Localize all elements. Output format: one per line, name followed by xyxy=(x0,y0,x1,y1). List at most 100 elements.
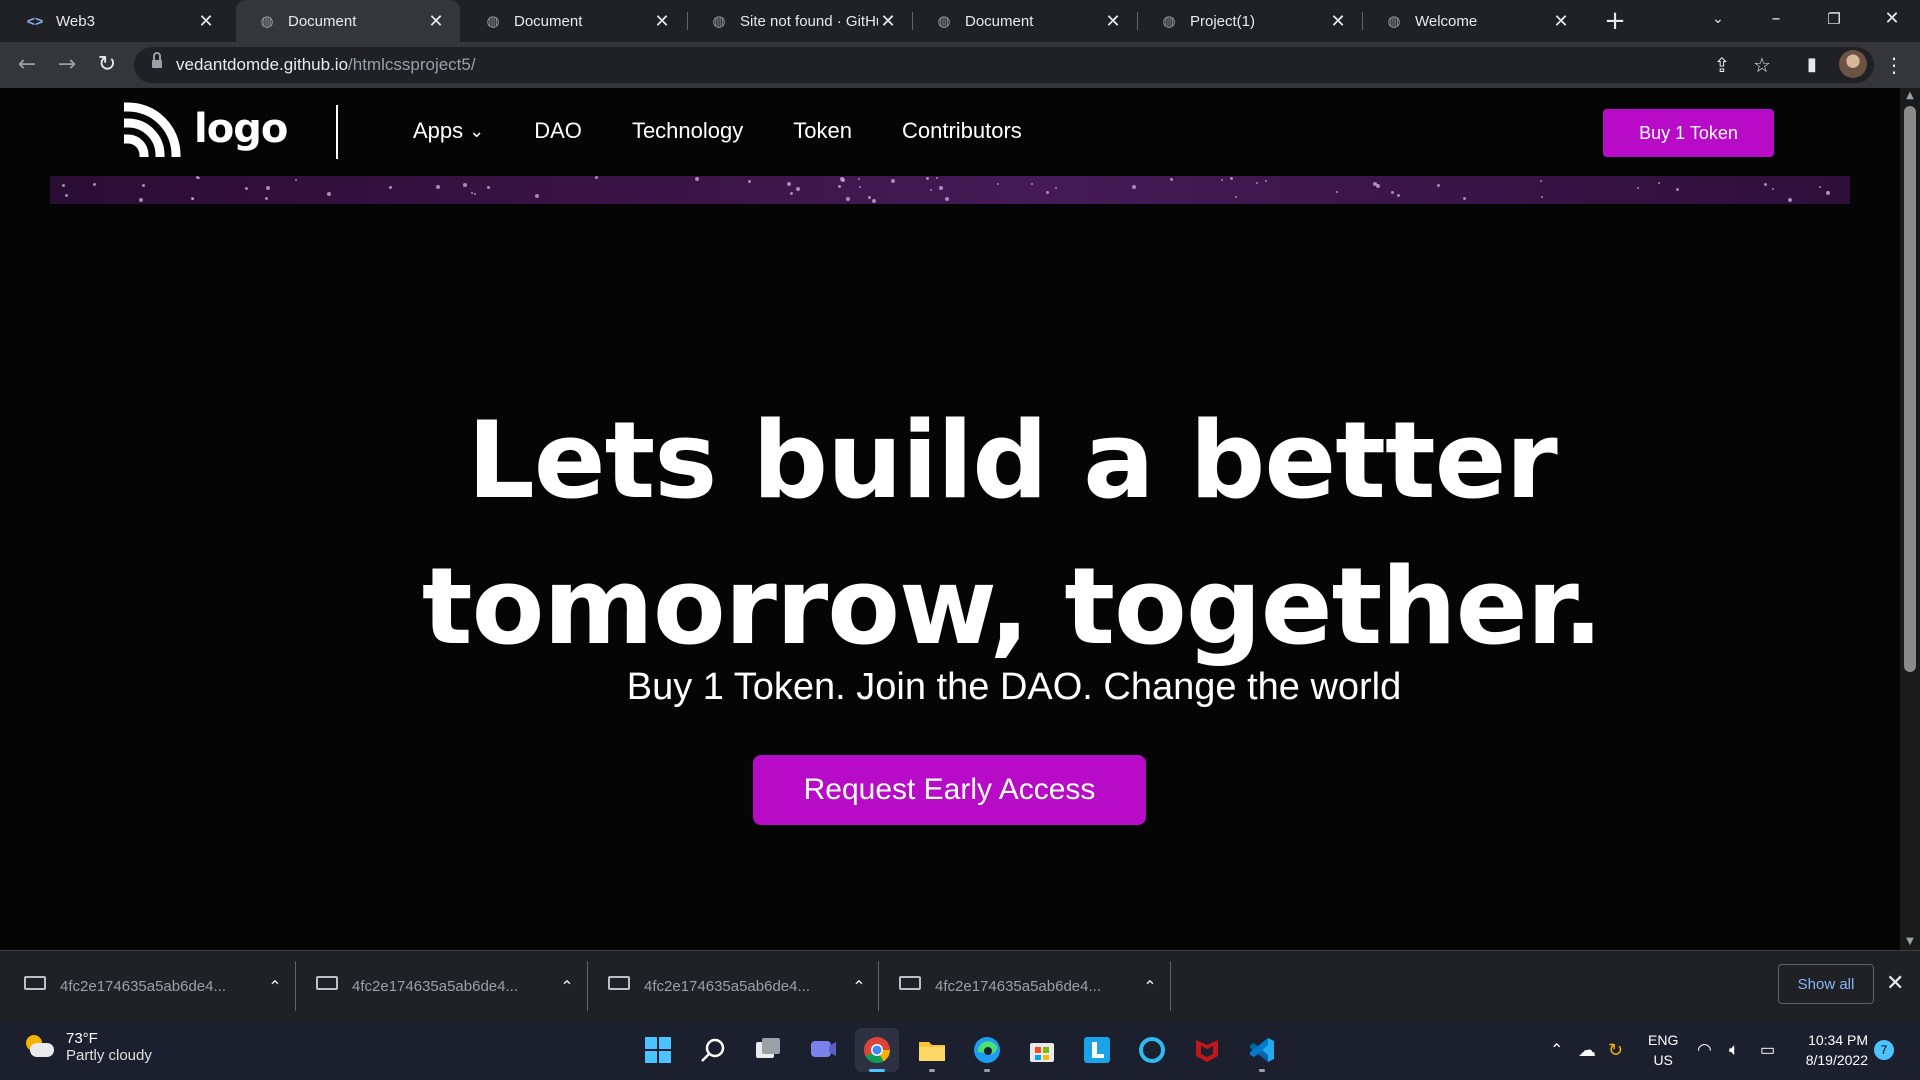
tab-site-not-found[interactable]: ◍ Site not found · GitHu ✕ xyxy=(688,0,912,42)
browser-toolbar: ← → ↻ vedantdomde.github.io/htmlcssproje… xyxy=(0,42,1920,88)
hero-subtitle: Buy 1 Token. Join the DAO. Change the wo… xyxy=(626,666,1402,708)
star-dot xyxy=(1046,191,1049,194)
wifi-icon[interactable]: ◠ xyxy=(1697,1020,1712,1080)
chrome-icon[interactable] xyxy=(855,1028,899,1072)
nav-divider xyxy=(336,105,338,159)
clock-time: 10:34 PM xyxy=(1808,1032,1868,1048)
cortana-icon[interactable] xyxy=(1130,1028,1174,1072)
star-dot xyxy=(748,180,751,183)
edge-icon[interactable] xyxy=(965,1028,1009,1072)
mcafee-icon[interactable] xyxy=(1185,1028,1229,1072)
scroll-down-icon[interactable]: ▼ xyxy=(1900,934,1920,950)
onedrive-cloud-icon[interactable]: ☁ xyxy=(1578,1020,1596,1080)
tab-close-icon[interactable]: ✕ xyxy=(1328,11,1348,32)
scroll-up-icon[interactable]: ▲ xyxy=(1900,88,1920,104)
language-indicator[interactable]: ENG US xyxy=(1648,1030,1678,1070)
weather-widget[interactable]: 73°F Partly cloudy xyxy=(22,1030,152,1064)
star-dot xyxy=(62,184,65,187)
site-logo[interactable]: logo xyxy=(124,101,288,157)
star-dot xyxy=(1540,180,1542,182)
tab-close-icon[interactable]: ✕ xyxy=(652,11,672,32)
url-text[interactable]: vedantdomde.github.io/htmlcssproject5/ xyxy=(176,55,476,75)
profile-avatar[interactable] xyxy=(1839,50,1867,78)
tab-web3[interactable]: <> Web3 ✕ xyxy=(4,0,230,42)
page-scrollbar[interactable]: ▲ ▼ xyxy=(1900,88,1920,950)
star-dot xyxy=(891,179,895,183)
clock[interactable]: 10:34 PM 8/19/2022 xyxy=(1796,1030,1868,1070)
star-dot xyxy=(1827,191,1829,193)
request-early-access-button[interactable]: Request Early Access xyxy=(753,755,1146,825)
nav-token[interactable]: Token xyxy=(793,118,852,144)
chevron-up-icon[interactable]: ⌃ xyxy=(1135,977,1165,996)
star-dot xyxy=(266,186,270,190)
bookmark-star-icon[interactable]: ☆ xyxy=(1747,50,1777,80)
new-tab-plus-icon[interactable]: + xyxy=(1598,4,1632,38)
star-dot xyxy=(595,176,598,179)
download-item[interactable]: 4fc2e174635a5ab6de4... ⌃ xyxy=(584,951,874,1021)
sync-icon[interactable]: ↻ xyxy=(1608,1020,1623,1080)
reload-icon[interactable]: ↻ xyxy=(92,50,122,80)
vscode-icon[interactable] xyxy=(1240,1028,1284,1072)
star-dot xyxy=(1541,196,1543,198)
nav-technology[interactable]: Technology xyxy=(632,118,743,144)
star-dot xyxy=(327,192,331,196)
tab-document-3[interactable]: ◍ Document ✕ xyxy=(913,0,1137,42)
task-view-icon[interactable] xyxy=(746,1028,790,1072)
microsoft-store-icon[interactable] xyxy=(1020,1028,1064,1072)
star-dot xyxy=(65,194,68,197)
volume-icon[interactable]: 🔈︎ xyxy=(1729,1020,1739,1080)
scrollbar-thumb[interactable] xyxy=(1904,106,1916,672)
star-dot xyxy=(997,183,999,185)
chevron-up-icon[interactable]: ⌃ xyxy=(260,977,290,996)
window-close-icon[interactable]: ✕ xyxy=(1864,0,1920,38)
region-code: US xyxy=(1653,1052,1673,1068)
chevron-up-icon[interactable]: ⌃ xyxy=(552,977,582,996)
search-icon[interactable] xyxy=(691,1028,735,1072)
minimize-icon[interactable]: – xyxy=(1748,0,1804,38)
download-item[interactable]: 4fc2e174635a5ab6de4... ⌃ xyxy=(292,951,582,1021)
nav-contributors[interactable]: Contributors xyxy=(902,118,1022,144)
tab-close-icon[interactable]: ✕ xyxy=(1103,11,1123,32)
share-icon[interactable]: ⇪ xyxy=(1707,50,1737,80)
file-explorer-icon[interactable] xyxy=(910,1028,954,1072)
star-dot xyxy=(1397,194,1400,197)
tab-title: Welcome xyxy=(1415,12,1478,30)
star-dot xyxy=(1221,179,1223,181)
tab-document-2[interactable]: ◍ Document ✕ xyxy=(462,0,686,42)
tab-close-icon[interactable]: ✕ xyxy=(196,11,216,32)
restore-icon[interactable]: ❐ xyxy=(1806,0,1862,38)
download-item[interactable]: 4fc2e174635a5ab6de4... ⌃ xyxy=(0,951,290,1021)
battery-icon[interactable]: ▭ xyxy=(1760,1020,1775,1080)
tab-project[interactable]: ◍ Project(1) ✕ xyxy=(1138,0,1362,42)
menu-kebab-icon[interactable]: ⋮ xyxy=(1879,50,1909,80)
star-dot xyxy=(838,185,841,188)
nav-apps[interactable]: Apps ⌄ xyxy=(413,118,484,144)
address-bar[interactable]: vedantdomde.github.io/htmlcssproject5/ ⇪… xyxy=(134,47,1874,83)
buy-token-button[interactable]: Buy 1 Token xyxy=(1603,109,1774,157)
show-hidden-icons-chevron-icon[interactable]: ⌃ xyxy=(1550,1020,1563,1080)
download-filename: 4fc2e174635a5ab6de4... xyxy=(60,977,226,995)
nav-dao[interactable]: DAO xyxy=(534,118,582,144)
notification-badge[interactable]: 7 xyxy=(1874,1040,1894,1060)
show-all-downloads-button[interactable]: Show all xyxy=(1778,964,1874,1004)
start-windows-icon[interactable] xyxy=(636,1028,680,1072)
forward-arrow-icon[interactable]: → xyxy=(52,50,82,80)
side-panel-icon[interactable]: ▮ xyxy=(1797,50,1827,80)
l-app-icon[interactable] xyxy=(1075,1028,1119,1072)
close-shelf-icon[interactable]: ✕ xyxy=(1886,971,1904,996)
tab-document-active[interactable]: ◍ Document ✕ xyxy=(236,0,460,42)
url-host: vedantdomde.github.io xyxy=(176,55,349,74)
download-item[interactable]: 4fc2e174635a5ab6de4... ⌃ xyxy=(875,951,1165,1021)
chevron-up-icon[interactable]: ⌃ xyxy=(844,977,874,996)
back-arrow-icon[interactable]: ← xyxy=(12,50,42,80)
teams-chat-icon[interactable] xyxy=(801,1028,845,1072)
star-dot xyxy=(930,189,932,191)
tab-search-chevron-icon[interactable]: ⌄ xyxy=(1690,0,1746,38)
starfield-banner xyxy=(50,176,1850,204)
web-page: logo Apps ⌄ DAO Technology Token Contrib… xyxy=(0,88,1900,950)
logo-mark-icon xyxy=(124,102,181,157)
tab-close-icon[interactable]: ✕ xyxy=(426,11,446,32)
tab-welcome[interactable]: ◍ Welcome ✕ xyxy=(1363,0,1585,42)
tab-close-icon[interactable]: ✕ xyxy=(878,11,898,32)
tab-close-icon[interactable]: ✕ xyxy=(1551,11,1571,32)
